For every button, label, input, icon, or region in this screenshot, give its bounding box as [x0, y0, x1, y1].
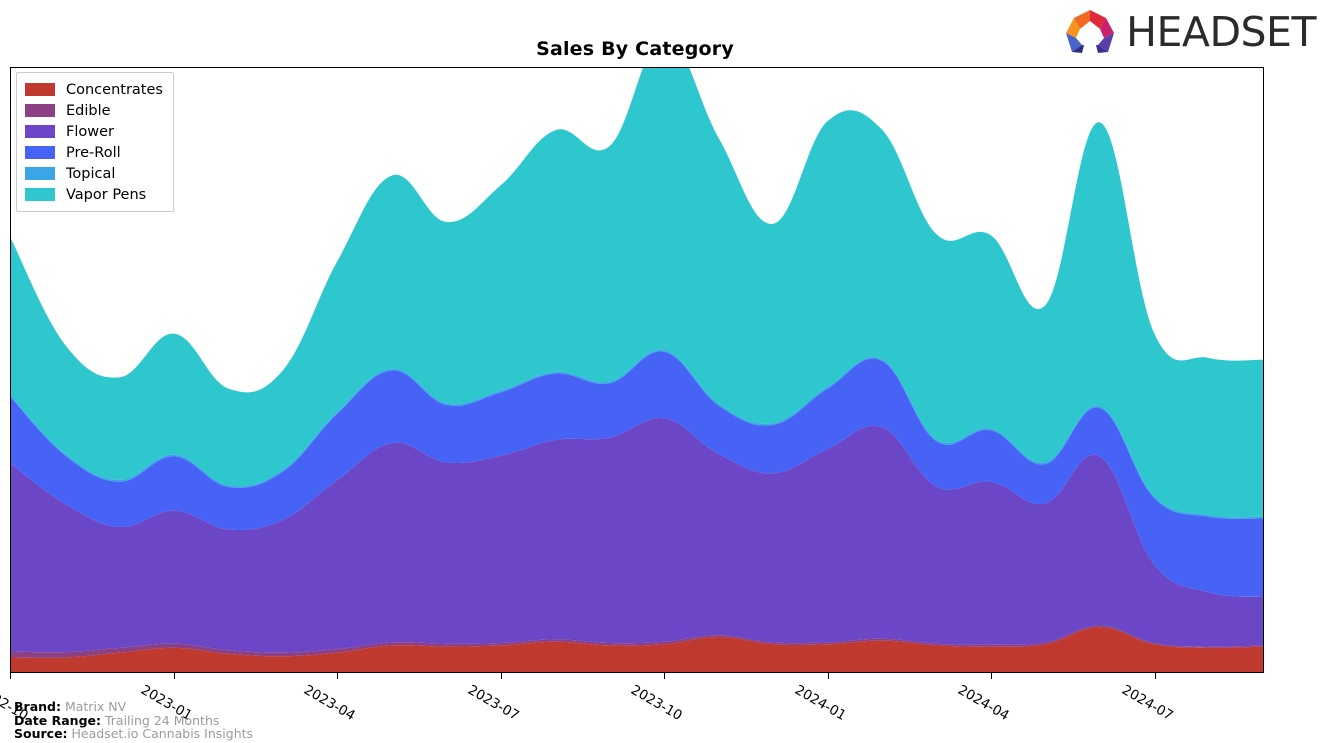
- x-tick-mark: [10, 673, 11, 679]
- footnote-row: Source: Headset.io Cannabis Insights: [14, 727, 253, 741]
- footnote-row: Date Range: Trailing 24 Months: [14, 713, 253, 728]
- legend-swatch-topical: [25, 167, 55, 180]
- legend-item-label: Pre-Roll: [66, 144, 121, 161]
- legend-swatch-edible: [25, 104, 55, 117]
- legend-item-label: Vapor Pens: [66, 186, 147, 203]
- x-tick-mark: [664, 673, 666, 679]
- legend-item[interactable]: Flower: [25, 121, 163, 142]
- legend-item-label: Concentrates: [66, 81, 163, 98]
- chart-footnotes: Brand: Matrix NV Date Range: Trailing 24 …: [14, 700, 253, 741]
- x-tick-mark: [173, 673, 175, 679]
- legend-item[interactable]: Vapor Pens: [25, 184, 163, 205]
- legend-item[interactable]: Concentrates: [25, 79, 163, 100]
- legend-item-label: Topical: [66, 165, 116, 182]
- x-tick-mark: [337, 673, 339, 679]
- x-tick-label: 2023-10: [628, 682, 686, 725]
- legend-swatch-flower: [25, 125, 55, 138]
- stacked-area-chart: [11, 68, 1263, 672]
- footnote-key: Source:: [14, 726, 68, 741]
- legend-swatch-vapor-pens: [25, 188, 55, 201]
- legend-swatch-pre-roll: [25, 146, 55, 159]
- legend-item-label: Flower: [66, 123, 114, 140]
- x-tick-mark: [991, 673, 993, 679]
- x-tick-mark: [500, 673, 502, 679]
- x-tick-label: 2024-01: [791, 682, 849, 725]
- legend-item[interactable]: Edible: [25, 100, 163, 121]
- logo-wordmark: HEADSET: [1126, 7, 1316, 56]
- x-tick-mark: [1154, 673, 1156, 679]
- headset-logo: HEADSET: [1062, 6, 1316, 58]
- x-tick-mark: [827, 673, 829, 679]
- legend-item[interactable]: Topical: [25, 163, 163, 184]
- x-tick-label: 2023-07: [464, 682, 522, 725]
- chart-legend: Concentrates Edible Flower Pre-Roll Topical V…: [16, 72, 174, 212]
- legend-item-label: Edible: [66, 102, 111, 119]
- footnote-value: Headset.io Cannabis Insights: [67, 726, 254, 741]
- x-tick-label: 2023-04: [301, 682, 358, 725]
- footnote-row: Brand: Matrix NV: [14, 700, 253, 714]
- legend-swatch-concentrates: [25, 83, 55, 96]
- chart-plot-area: [10, 67, 1264, 673]
- x-tick-label: 2024-07: [1118, 682, 1176, 725]
- x-tick-label: 2024-04: [955, 682, 1013, 725]
- headset-arch-logo: [1066, 10, 1115, 53]
- legend-item[interactable]: Pre-Roll: [25, 142, 163, 163]
